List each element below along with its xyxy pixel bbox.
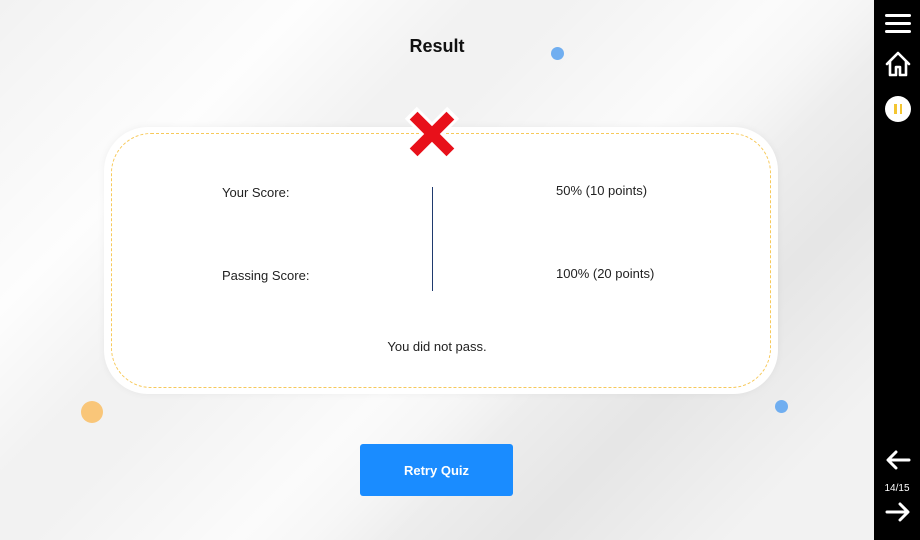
hamburger-menu-icon[interactable]	[885, 14, 911, 36]
retry-quiz-button[interactable]: Retry Quiz	[360, 444, 513, 496]
score-divider	[432, 187, 433, 291]
passing-score-value: 100% (20 points)	[556, 266, 655, 281]
decorative-dot	[551, 47, 564, 60]
home-icon[interactable]	[884, 50, 912, 78]
passing-score-label: Passing Score:	[222, 268, 310, 283]
page-title: Result	[409, 36, 465, 56]
player-sidebar: 14/15	[874, 0, 920, 540]
arrow-right-icon[interactable]	[885, 502, 911, 522]
decorative-dot	[81, 401, 103, 423]
your-score-value: 50% (10 points)	[556, 183, 648, 198]
page-counter: 14/15	[884, 483, 910, 494]
quiz-stage: Result Your Score: Passing Score: 50% (1…	[0, 0, 874, 540]
arrow-left-icon[interactable]	[885, 450, 911, 470]
result-message: You did not pass.	[387, 339, 487, 354]
pause-icon[interactable]	[885, 96, 911, 122]
decorative-dot	[775, 400, 788, 413]
your-score-label: Your Score:	[222, 185, 290, 200]
x-mark-icon	[404, 106, 460, 162]
